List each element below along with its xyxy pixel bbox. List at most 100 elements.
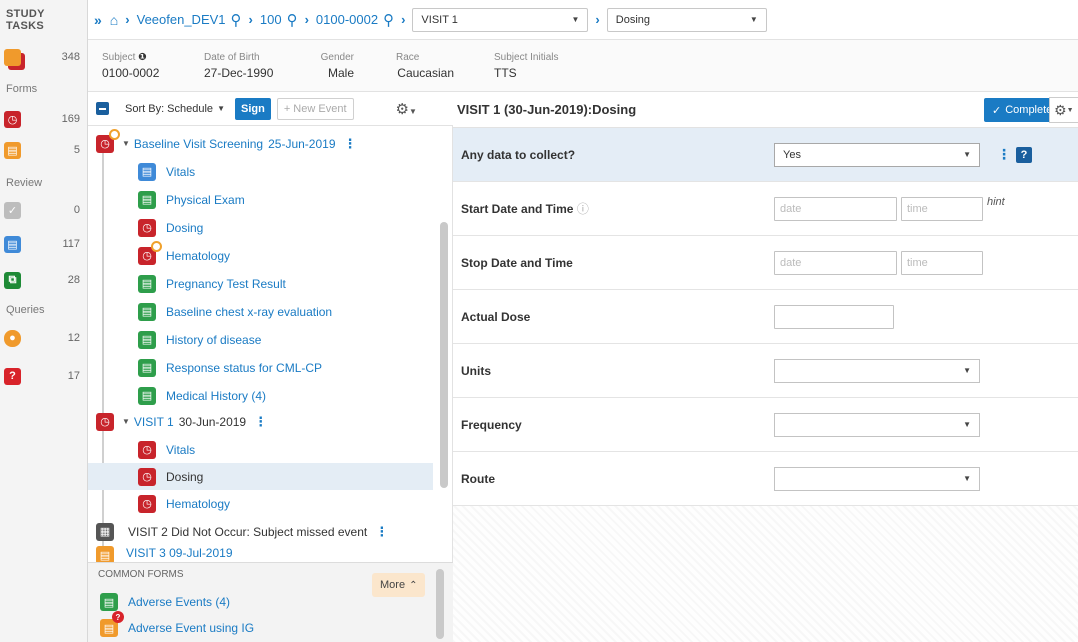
common-form-item[interactable]: ▤ Adverse Events (4) bbox=[100, 591, 400, 613]
form-header: VISIT 1 (30-Jun-2019):Dosing ✓ Complete … bbox=[453, 92, 1078, 128]
search-icon[interactable]: ⚲ bbox=[383, 11, 394, 29]
rail-title: STUDY TASKS bbox=[6, 8, 45, 32]
dosing-form: Any data to collect? Yes ▼ ⋮ ? Start Dat… bbox=[453, 128, 1078, 642]
sort-by-dropdown[interactable]: Sort By: Schedule ▼ bbox=[119, 98, 231, 120]
actual-dose-input[interactable] bbox=[774, 304, 894, 329]
form-item[interactable]: ▤ Baseline chest x-ray evaluation bbox=[88, 298, 433, 325]
question-route: Route ▼ bbox=[453, 452, 1078, 506]
gear-icon[interactable]: ⚙▼ bbox=[396, 100, 417, 118]
any-data-select[interactable]: Yes ▼ bbox=[774, 142, 980, 167]
rail-item-review-copied[interactable]: ⧉ 28 bbox=[4, 269, 84, 291]
copy-icon: ⧉ bbox=[4, 271, 21, 289]
start-date-input[interactable]: date bbox=[774, 196, 897, 221]
common-forms-scrollbar[interactable] bbox=[436, 569, 444, 639]
rail-label-queries: Queries bbox=[6, 304, 45, 316]
rail-item-review-pending[interactable]: ▤ 117 bbox=[4, 233, 84, 255]
chevron-right-icon: › bbox=[595, 12, 600, 27]
common-forms-panel: COMMON FORMS More ⌃ ▤ Adverse Events (4)… bbox=[88, 562, 453, 642]
rail-item-review-done[interactable]: ✓ 0 bbox=[4, 199, 84, 221]
more-vertical-icon[interactable]: ⋮ bbox=[254, 414, 267, 430]
frequency-select[interactable]: ▼ bbox=[774, 412, 980, 437]
clock-icon: ◷ bbox=[96, 412, 114, 431]
subject-header: Subject ❶ 0100-0002 Date of Birth 27-Dec… bbox=[88, 40, 1078, 92]
hint-text: hint bbox=[987, 196, 1005, 208]
chevron-right-icon: › bbox=[401, 12, 406, 27]
event-baseline[interactable]: ◷ ▼ Baseline Visit Screening 25-Jun-2019… bbox=[88, 128, 433, 157]
clock-icon: ◷ bbox=[138, 240, 162, 265]
more-vertical-icon[interactable]: ⋮ bbox=[375, 524, 388, 540]
units-select[interactable]: ▼ bbox=[774, 358, 980, 383]
rail-item-queries-help[interactable]: ? 17 bbox=[4, 365, 84, 387]
new-event-button[interactable]: + New Event bbox=[276, 97, 354, 120]
breadcrumb-study[interactable]: Veeofen_DEV1 bbox=[137, 12, 226, 27]
form-select[interactable]: Dosing ▼ bbox=[606, 7, 767, 32]
start-time-input[interactable]: time bbox=[901, 196, 983, 221]
tasks-icon bbox=[4, 48, 21, 66]
rail-item-queries-open[interactable]: ● 12 bbox=[4, 327, 84, 349]
query-badge-icon: ? bbox=[112, 611, 124, 623]
stop-date-input[interactable]: date bbox=[774, 250, 897, 275]
rail-item-tasks[interactable]: 348 bbox=[4, 46, 84, 68]
question-icon: ? bbox=[4, 367, 21, 385]
form-icon: ▤? bbox=[100, 611, 124, 637]
common-form-item[interactable]: ▤? Adverse Event using IG bbox=[100, 611, 400, 639]
form-item[interactable]: ◷ Vitals bbox=[88, 436, 433, 463]
breadcrumb-site[interactable]: 100 bbox=[260, 12, 282, 27]
form-item[interactable]: ▤ Medical History (4) bbox=[88, 382, 433, 409]
sign-button[interactable]: Sign bbox=[234, 97, 271, 120]
chevron-down-icon: ▼ bbox=[963, 474, 971, 483]
chevron-right-icon: › bbox=[248, 12, 253, 27]
collapse-all-icon[interactable] bbox=[96, 102, 109, 115]
home-icon[interactable]: ⌂ bbox=[110, 12, 118, 28]
clock-icon: ◷ bbox=[138, 494, 156, 513]
chevron-right-icon: › bbox=[304, 12, 309, 27]
question-units: Units ▼ bbox=[453, 344, 1078, 398]
event-visit2[interactable]: ▦ VISIT 2 Did Not Occur: Subject missed … bbox=[88, 518, 433, 545]
more-vertical-icon[interactable]: ⋮ bbox=[344, 136, 357, 152]
form-item[interactable]: ▤ Vitals bbox=[88, 158, 433, 185]
chevron-down-icon: ▼ bbox=[963, 420, 971, 429]
event-visit1[interactable]: ◷ ▼ VISIT 1 30-Jun-2019 ⋮ bbox=[88, 408, 433, 435]
help-circle-icon[interactable]: ⓘ bbox=[577, 202, 589, 216]
gear-icon[interactable]: ⚙▼ bbox=[1049, 97, 1078, 123]
rail-label-review: Review bbox=[6, 177, 43, 189]
form-item[interactable]: ◷ Hematology bbox=[88, 490, 433, 517]
form-item[interactable]: ▤ Physical Exam bbox=[88, 186, 433, 213]
document-icon: ▤ bbox=[138, 386, 156, 405]
subject-id: Subject ❶ 0100-0002 bbox=[102, 52, 160, 80]
route-select[interactable]: ▼ bbox=[774, 466, 980, 491]
chevron-down-icon: ▼ bbox=[963, 150, 971, 159]
more-vertical-icon[interactable]: ⋮ bbox=[997, 146, 1011, 163]
search-icon[interactable]: ⚲ bbox=[287, 11, 298, 29]
check-icon: ✓ bbox=[992, 104, 1002, 117]
help-icon[interactable]: ? bbox=[1016, 146, 1032, 163]
question-frequency: Frequency ▼ bbox=[453, 398, 1078, 452]
stop-time-input[interactable]: time bbox=[901, 250, 983, 275]
collapse-rail-icon[interactable]: » bbox=[94, 12, 102, 28]
event-visit3[interactable]: ▤ VISIT 3 09-Jul-2019 bbox=[88, 546, 433, 562]
document-icon: ▤ bbox=[100, 593, 118, 611]
form-item[interactable]: ▤ Pregnancy Test Result bbox=[88, 270, 433, 297]
tree-scroll-thumb[interactable] bbox=[440, 222, 448, 488]
info-icon[interactable]: ❶ bbox=[138, 52, 146, 63]
form-item[interactable]: ▤ History of disease bbox=[88, 326, 433, 353]
calendar-icon: ▦ bbox=[96, 522, 114, 541]
chevron-down-icon[interactable]: ▼ bbox=[122, 417, 130, 426]
check-circle-icon: ✓ bbox=[4, 201, 21, 219]
chevron-down-icon[interactable]: ▼ bbox=[122, 139, 130, 148]
rail-item-forms-inprogress[interactable]: ▤ 5 bbox=[4, 139, 84, 161]
question-any-data: Any data to collect? Yes ▼ ⋮ ? bbox=[453, 128, 1078, 182]
rail-item-forms-overdue[interactable]: ◷ 169 bbox=[4, 108, 84, 130]
breadcrumb-subject[interactable]: 0100-0002 bbox=[316, 12, 378, 27]
form-item[interactable]: ◷ Hematology bbox=[88, 240, 433, 269]
chevron-down-icon: ▼ bbox=[963, 366, 971, 375]
schedule-tree: ◷ ▼ Baseline Visit Screening 25-Jun-2019… bbox=[88, 126, 453, 562]
search-icon[interactable]: ⚲ bbox=[231, 11, 242, 29]
visit-select[interactable]: VISIT 1 ▼ bbox=[412, 7, 589, 32]
chat-bubble-icon: ● bbox=[4, 329, 21, 347]
form-item-selected[interactable]: ◷ Dosing bbox=[88, 463, 433, 490]
subject-initials: Subject Initials TTS bbox=[494, 52, 559, 80]
form-item[interactable]: ◷ Dosing bbox=[88, 214, 433, 241]
form-item[interactable]: ▤ Response status for CML-CP bbox=[88, 354, 433, 381]
chevrons-up-icon: ⌃ bbox=[409, 579, 418, 591]
